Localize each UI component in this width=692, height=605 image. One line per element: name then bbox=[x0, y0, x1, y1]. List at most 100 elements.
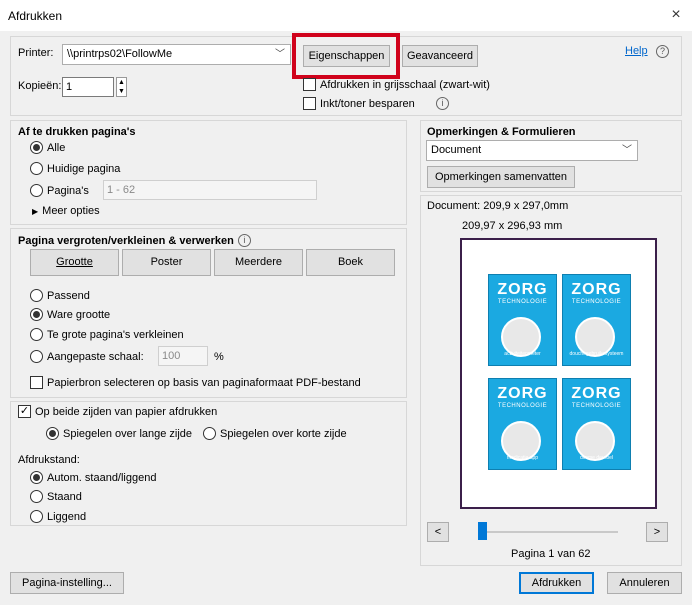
duplex-long-label: Spiegelen over lange zijde bbox=[63, 427, 193, 440]
preview-tile: ZORG TECHNOLOGIE activiteitenmeter bbox=[488, 274, 557, 366]
orientation-portrait-option[interactable]: Staand bbox=[30, 490, 82, 503]
duplex-short-option[interactable]: Spiegelen over korte zijde bbox=[203, 427, 347, 440]
pages-range-label: Pagina's bbox=[47, 184, 89, 197]
orientation-landscape-label: Liggend bbox=[47, 510, 87, 523]
paper-source-label: Papierbron selecteren op basis van pagin… bbox=[47, 376, 361, 389]
prev-page-button[interactable]: < bbox=[427, 522, 449, 542]
orientation-heading: Afdrukstand: bbox=[18, 454, 80, 466]
printer-label: Printer: bbox=[18, 47, 54, 59]
comments-heading: Opmerkingen & Formulieren bbox=[427, 126, 576, 138]
tab-booklet[interactable]: Boek bbox=[306, 249, 395, 276]
printer-select[interactable]: \\printrps02\FollowMe ﹀ bbox=[62, 44, 291, 65]
fit-radio[interactable] bbox=[30, 289, 43, 302]
fit-option[interactable]: Passend bbox=[30, 289, 90, 302]
summarize-comments-button[interactable]: Opmerkingen samenvatten bbox=[427, 166, 575, 188]
orientation-auto-radio[interactable] bbox=[30, 471, 43, 484]
page-slider-thumb[interactable] bbox=[478, 522, 487, 540]
grayscale-label: Afdrukken in grijsschaal (zwart-wit) bbox=[320, 78, 490, 91]
pages-all-label: Alle bbox=[47, 141, 66, 154]
orientation-portrait-radio[interactable] bbox=[30, 490, 43, 503]
custom-scale-input[interactable]: 100 bbox=[158, 346, 208, 366]
chevron-down-icon: ﹀ bbox=[622, 145, 632, 156]
grayscale-checkbox[interactable] bbox=[303, 78, 316, 91]
next-page-button[interactable]: > bbox=[646, 522, 668, 542]
duplex-option[interactable]: ✓ Op beide zijden van papier afdrukken bbox=[18, 405, 217, 418]
document-size: Document: 209,9 x 297,0mm bbox=[427, 200, 569, 212]
custom-scale-radio[interactable] bbox=[30, 350, 43, 363]
more-options[interactable]: ▶ Meer opties bbox=[32, 205, 100, 217]
tile-title: ZORG bbox=[497, 385, 548, 402]
close-icon[interactable]: × bbox=[667, 6, 685, 24]
copies-input[interactable]: 1 bbox=[62, 77, 114, 97]
tab-multiple[interactable]: Meerdere bbox=[214, 249, 303, 276]
help-icon[interactable]: ? bbox=[656, 45, 669, 58]
advanced-button[interactable]: Geavanceerd bbox=[402, 45, 478, 67]
pages-heading: Af te drukken pagina's bbox=[18, 126, 136, 138]
page-slider-track[interactable] bbox=[478, 531, 618, 533]
pages-current-label: Huidige pagina bbox=[47, 162, 121, 175]
page-size: 209,97 x 296,93 mm bbox=[462, 220, 563, 232]
save-ink-label: Inkt/toner besparen bbox=[320, 97, 415, 110]
page-setup-button[interactable]: Pagina-instelling... bbox=[10, 572, 124, 594]
pages-range-input[interactable]: 1 - 62 bbox=[103, 180, 317, 200]
chevron-down-icon: ﹀ bbox=[275, 49, 285, 60]
paper-source-option[interactable]: Papierbron selecteren op basis van pagin… bbox=[30, 376, 361, 389]
actual-size-option[interactable]: Ware grootte bbox=[30, 308, 110, 321]
print-button[interactable]: Afdrukken bbox=[519, 572, 594, 594]
tile-title: ZORG bbox=[571, 281, 622, 298]
pages-all-option[interactable]: Alle bbox=[30, 141, 65, 154]
custom-scale-option[interactable]: Aangepaste schaal: bbox=[30, 350, 144, 363]
page-indicator: Pagina 1 van 62 bbox=[511, 548, 591, 560]
preview-tile: ZORG TECHNOLOGIE douchegebruikssysteem bbox=[562, 274, 631, 366]
pages-current-option[interactable]: Huidige pagina bbox=[30, 162, 120, 175]
tab-poster[interactable]: Poster bbox=[122, 249, 211, 276]
paper-source-checkbox[interactable] bbox=[30, 376, 43, 389]
title-bar bbox=[0, 0, 692, 31]
save-ink-option[interactable]: Inkt/toner besparen bbox=[303, 97, 415, 110]
tab-size[interactable]: Grootte bbox=[30, 249, 119, 276]
copies-label: Kopieën: bbox=[18, 80, 62, 92]
tile-caption: activiteitenmeter bbox=[504, 351, 541, 357]
tile-title: ZORG bbox=[571, 385, 622, 402]
duplex-short-radio[interactable] bbox=[203, 427, 216, 440]
duplex-long-option[interactable]: Spiegelen over lange zijde bbox=[46, 427, 192, 440]
pages-range-option[interactable]: Pagina's bbox=[30, 184, 89, 197]
orientation-landscape-radio[interactable] bbox=[30, 510, 43, 523]
pages-all-radio[interactable] bbox=[30, 141, 43, 154]
shrink-label: Te grote pagina's verkleinen bbox=[47, 328, 184, 341]
grayscale-option[interactable]: Afdrukken in grijsschaal (zwart-wit) bbox=[303, 78, 490, 91]
pages-current-radio[interactable] bbox=[30, 162, 43, 175]
properties-button[interactable]: Eigenschappen bbox=[303, 45, 390, 67]
save-ink-checkbox[interactable] bbox=[303, 97, 316, 110]
help-link[interactable]: Help bbox=[625, 45, 648, 57]
duplex-long-radio[interactable] bbox=[46, 427, 59, 440]
comments-value: Document bbox=[431, 144, 482, 156]
more-options-label: Meer opties bbox=[42, 205, 100, 217]
tile-subtitle: TECHNOLOGIE bbox=[497, 403, 548, 409]
preview-tile: ZORG TECHNOLOGIE dimme deurbel bbox=[562, 378, 631, 470]
custom-scale-label: Aangepaste schaal: bbox=[47, 350, 144, 363]
printer-value: \\printrps02\FollowMe bbox=[67, 48, 173, 60]
duplex-label: Op beide zijden van papier afdrukken bbox=[35, 405, 218, 418]
sizing-heading: Pagina vergroten/verkleinen & verwerken bbox=[18, 234, 234, 247]
triangle-right-icon: ▶ bbox=[32, 206, 39, 216]
copies-stepper[interactable]: ▲ ▼ bbox=[116, 77, 127, 97]
tile-title: ZORG bbox=[497, 281, 548, 298]
actual-size-label: Ware grootte bbox=[47, 308, 111, 321]
cancel-button[interactable]: Annuleren bbox=[607, 572, 682, 594]
comments-select[interactable]: Document ﹀ bbox=[426, 140, 638, 161]
shrink-radio[interactable] bbox=[30, 328, 43, 341]
actual-size-radio[interactable] bbox=[30, 308, 43, 321]
orientation-auto-option[interactable]: Autom. staand/liggend bbox=[30, 471, 156, 484]
shrink-option[interactable]: Te grote pagina's verkleinen bbox=[30, 328, 184, 341]
tile-caption: dimme deurbel bbox=[579, 455, 614, 461]
orientation-auto-label: Autom. staand/liggend bbox=[47, 471, 157, 484]
fit-label: Passend bbox=[47, 289, 90, 302]
duplex-short-label: Spiegelen over korte zijde bbox=[220, 427, 347, 440]
duplex-checkbox[interactable]: ✓ bbox=[18, 405, 31, 418]
info-icon: i bbox=[436, 97, 449, 110]
orientation-landscape-option[interactable]: Liggend bbox=[30, 510, 86, 523]
tile-caption: douchegebruikssysteem bbox=[569, 351, 624, 357]
window-title: Afdrukken bbox=[8, 9, 63, 23]
pages-range-radio[interactable] bbox=[30, 184, 43, 197]
